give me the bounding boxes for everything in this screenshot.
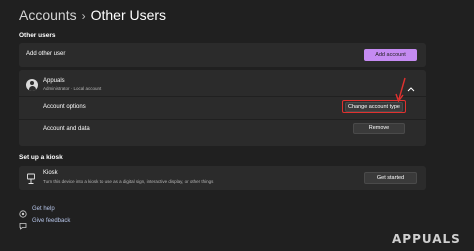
user-account-type: Administrator · Local account — [43, 86, 102, 91]
account-and-data-label: Account and data — [43, 126, 90, 132]
feedback-icon — [19, 217, 27, 230]
watermark-logo: APPUALS — [392, 232, 461, 246]
page-title: Other Users — [90, 7, 167, 23]
remove-button[interactable]: Remove — [353, 123, 405, 134]
add-other-user-label: Add other user — [26, 51, 66, 57]
annotation-arrow-icon — [395, 76, 409, 103]
section-label-kiosk: Set up a kiosk — [19, 154, 63, 161]
kiosk-title: Kiosk — [43, 170, 58, 176]
add-account-button[interactable]: Add account — [364, 49, 417, 61]
kiosk-description: Turn this device into a kiosk to use as … — [43, 179, 214, 184]
get-help-link[interactable]: Get help — [32, 206, 55, 212]
get-started-button[interactable]: Get started — [364, 172, 417, 184]
breadcrumb: Accounts › Other Users — [19, 7, 166, 23]
account-options-label: Account options — [43, 104, 86, 110]
add-other-user-card: Add other user Add account — [19, 43, 426, 67]
divider — [19, 119, 426, 120]
section-label-other-users: Other users — [19, 32, 56, 39]
divider — [19, 96, 426, 97]
kiosk-card: Kiosk Turn this device into a kiosk to u… — [19, 166, 426, 190]
breadcrumb-separator: › — [81, 9, 86, 23]
person-icon — [26, 79, 38, 91]
kiosk-icon — [26, 172, 36, 184]
user-name: Appuals — [43, 78, 65, 84]
help-icon — [19, 205, 27, 218]
breadcrumb-accounts[interactable]: Accounts — [19, 7, 77, 23]
give-feedback-link[interactable]: Give feedback — [32, 218, 70, 224]
